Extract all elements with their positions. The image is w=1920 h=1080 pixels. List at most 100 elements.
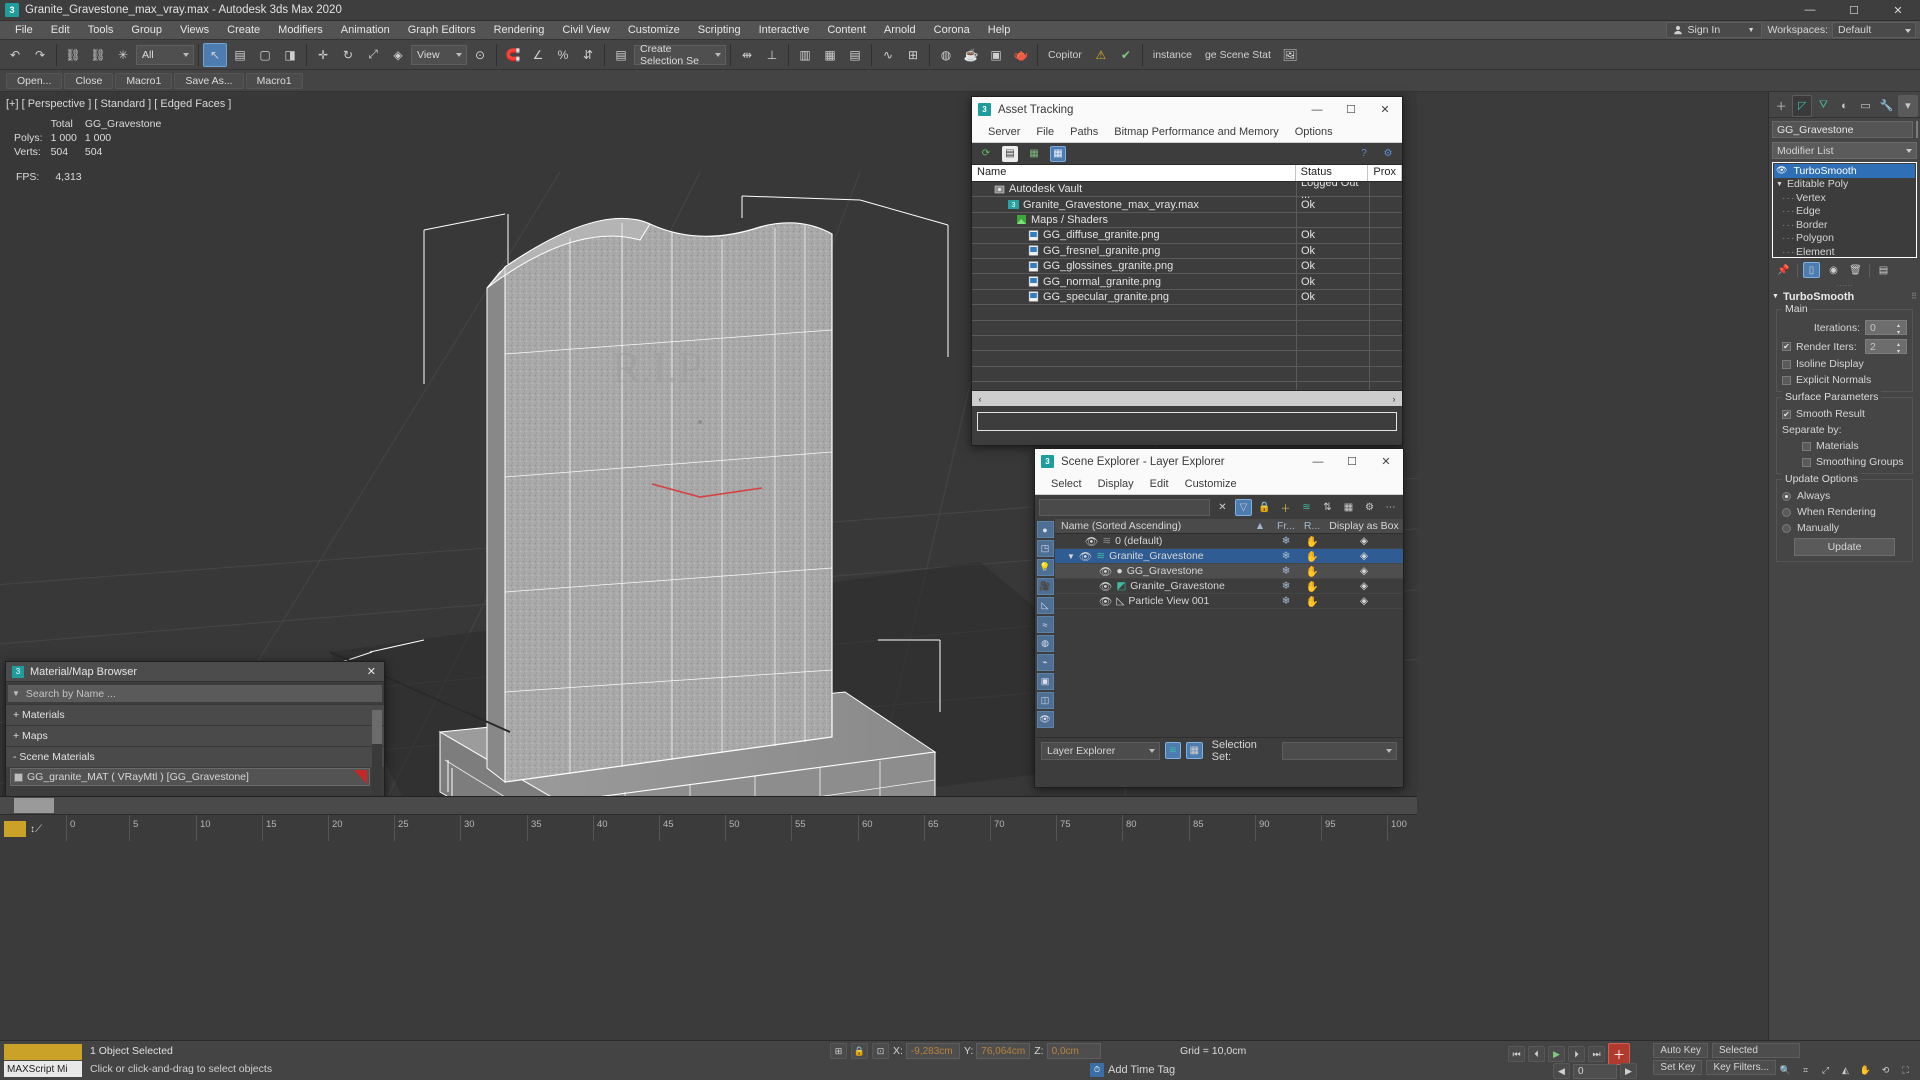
filter-groups-icon[interactable]: ▣ <box>1036 673 1054 690</box>
y-axis-field[interactable]: 76,064cm <box>976 1043 1031 1059</box>
smooth-result-row[interactable]: ✔ Smooth Result <box>1782 408 1907 420</box>
menu-corona[interactable]: Corona <box>925 21 979 40</box>
sub-object-vertex[interactable]: Vertex <box>1774 191 1915 205</box>
select-by-name-icon[interactable]: ▤ <box>228 43 252 67</box>
select-and-scale-icon[interactable]: ⤢ <box>361 43 385 67</box>
workspace-dropdown[interactable]: Default <box>1832 22 1916 38</box>
scene-explorer-icon[interactable]: ▦ <box>818 43 842 67</box>
modifier-stack-item-turbosmooth[interactable]: 👁 TurboSmooth <box>1774 164 1915 178</box>
refresh-icon[interactable]: ⟳ <box>978 146 994 162</box>
material-search-field[interactable]: ▼ Search by Name ... <box>8 685 382 702</box>
frozen-cell[interactable]: ❄ <box>1273 535 1299 547</box>
settings-icon[interactable]: ⚙ <box>1361 499 1378 516</box>
mirror-icon[interactable]: ⇹ <box>735 43 759 67</box>
save-as-button[interactable]: Save As... <box>174 72 244 89</box>
filter-spacewarps-icon[interactable]: ≈ <box>1036 616 1054 633</box>
asset-path-field[interactable] <box>977 412 1397 431</box>
menu-rendering[interactable]: Rendering <box>485 21 554 40</box>
modifier-stack-item-editable-poly[interactable]: ▼ Editable Poly <box>1774 178 1915 192</box>
isolate-selection-icon[interactable]: ⊡ <box>872 1043 889 1059</box>
material-map-browser-window[interactable]: 3 Material/Map Browser ✕ ▼ Search by Nam… <box>5 661 385 813</box>
key-next-icon[interactable]: ▶ <box>1620 1063 1637 1079</box>
curve-editor-icon[interactable]: ∿ <box>876 43 900 67</box>
zoom-icon[interactable]: 🔍 <box>1777 1063 1794 1078</box>
selected-dropdown[interactable]: Selected <box>1712 1043 1800 1058</box>
key-filters-button[interactable]: Key Filters... <box>1706 1060 1777 1075</box>
menu-tools[interactable]: Tools <box>79 21 123 40</box>
zoom-extents-icon[interactable]: ⤢ <box>1817 1063 1834 1078</box>
material-browser-close-icon[interactable]: ✕ <box>367 665 384 678</box>
display-tab[interactable]: ▭ <box>1856 95 1876 117</box>
sub-object-element[interactable]: Element <box>1774 245 1915 259</box>
smoothing-groups-checkbox[interactable] <box>1802 457 1811 467</box>
modifier-list-dropdown[interactable]: Modifier List <box>1772 142 1917 159</box>
toggle-auto-key-icon[interactable]: ＋ <box>1608 1043 1630 1065</box>
macro1-button-2[interactable]: Macro1 <box>245 72 303 89</box>
lock-selection-icon[interactable]: 🔒 <box>851 1043 868 1059</box>
list-item[interactable]: 👁 ● GG_Gravestone ❄ ✋ ◈ <box>1055 564 1403 579</box>
menu-interactive[interactable]: Interactive <box>750 21 819 40</box>
renderable-cell[interactable]: ✋ <box>1299 595 1325 608</box>
next-frame-icon[interactable]: ⏵ <box>1568 1046 1585 1062</box>
se-menu-edit[interactable]: Edit <box>1142 474 1177 495</box>
sub-object-polygon[interactable]: Polygon <box>1774 232 1915 246</box>
field-of-view-icon[interactable]: ◭ <box>1837 1063 1854 1078</box>
close-button[interactable]: ✕ <box>1876 0 1920 20</box>
eye-icon[interactable]: 👁 <box>1099 580 1112 593</box>
menu-help[interactable]: Help <box>979 21 1020 40</box>
check-icon[interactable]: ✔ <box>1114 43 1138 67</box>
table-row[interactable]: GG_glossines_granite.png Ok <box>972 258 1402 275</box>
filter-cameras-icon[interactable]: 🎥 <box>1036 578 1054 595</box>
table-row[interactable]: GG_fresnel_granite.png Ok <box>972 243 1402 259</box>
lock-icon[interactable]: 🔒 <box>1256 499 1273 516</box>
asset-tracking-close-button[interactable]: ✕ <box>1368 97 1402 122</box>
menu-graph-editors[interactable]: Graph Editors <box>399 21 485 40</box>
filter-icon[interactable]: ▽ <box>1235 498 1252 516</box>
update-always-row[interactable]: Always <box>1782 490 1907 502</box>
open-button[interactable]: Open... <box>6 72 63 89</box>
go-to-start-icon[interactable]: ⏮ <box>1508 1046 1525 1062</box>
window-crossing-icon[interactable]: ◨ <box>278 43 302 67</box>
layer-manager-icon[interactable]: ≋ <box>1164 742 1182 759</box>
at-menu-paths[interactable]: Paths <box>1062 122 1106 143</box>
key-prev-icon[interactable]: ◀ <box>1553 1063 1570 1079</box>
column-header-status[interactable]: Status <box>1296 165 1369 181</box>
motion-tab[interactable]: ◐ <box>1834 95 1854 117</box>
show-end-result-icon[interactable]: ▯ <box>1803 262 1820 278</box>
table-row-empty[interactable] <box>972 335 1402 352</box>
materials-row[interactable]: Materials <box>1782 440 1907 452</box>
edit-named-selection-icon[interactable]: ▤ <box>609 43 633 67</box>
table-row[interactable]: GG_normal_granite.png Ok <box>972 274 1402 290</box>
list-item[interactable]: GG_granite_MAT ( VRayMtl ) [GG_Graveston… <box>10 768 370 786</box>
spinner-snap-icon[interactable]: ⇵ <box>576 43 600 67</box>
panel-grip[interactable]: ⋯⋯ <box>1769 281 1920 290</box>
renderable-cell[interactable]: ✋ <box>1299 580 1325 593</box>
object-color-swatch[interactable] <box>1916 121 1918 138</box>
iterations-spinner[interactable]: 0 ▴ ▾ <box>1865 320 1907 336</box>
list-item[interactable]: 👁 ◺ Particle View 001 ❄ ✋ ◈ <box>1055 594 1403 609</box>
maxscript-mini-listener[interactable]: MAXScript Mi <box>4 1061 82 1077</box>
toggle-columns-icon[interactable]: ▦ <box>1186 742 1203 759</box>
selection-filter-dropdown[interactable]: All <box>136 44 194 65</box>
minimize-button[interactable]: — <box>1788 0 1832 20</box>
at-menu-file[interactable]: File <box>1028 122 1062 143</box>
column-header-proxy[interactable]: Prox <box>1368 165 1402 181</box>
scroll-right-arrow[interactable]: › <box>1387 394 1401 404</box>
panel-more-chevron-icon[interactable]: ▾ <box>1897 94 1918 117</box>
materials-checkbox[interactable] <box>1802 441 1811 451</box>
se-menu-select[interactable]: Select <box>1043 474 1090 495</box>
at-menu-server[interactable]: Server <box>980 122 1028 143</box>
viewport-label[interactable]: [+] [ Perspective ] [ Standard ] [ Edged… <box>6 98 231 110</box>
filter-xrefs-icon[interactable]: ◫ <box>1036 692 1054 709</box>
table-row-empty[interactable] <box>972 351 1402 367</box>
render-setup-icon[interactable]: ☕ <box>959 43 983 67</box>
orbit-icon[interactable]: ⟲ <box>1877 1063 1894 1078</box>
display-as-box-cell[interactable]: ◈ <box>1325 595 1403 607</box>
column-header-renderable[interactable]: R... <box>1299 520 1325 532</box>
create-tab[interactable]: ＋ <box>1771 95 1791 117</box>
rollout-header[interactable]: ▼ TurboSmooth ⠿ <box>1772 289 1917 304</box>
object-name-field[interactable] <box>1772 121 1913 138</box>
layer-explorer-icon[interactable]: ▥ <box>793 43 817 67</box>
collapse-arrow-icon[interactable]: ▼ <box>1772 293 1779 300</box>
column-header-name[interactable]: Name <box>972 165 1296 181</box>
